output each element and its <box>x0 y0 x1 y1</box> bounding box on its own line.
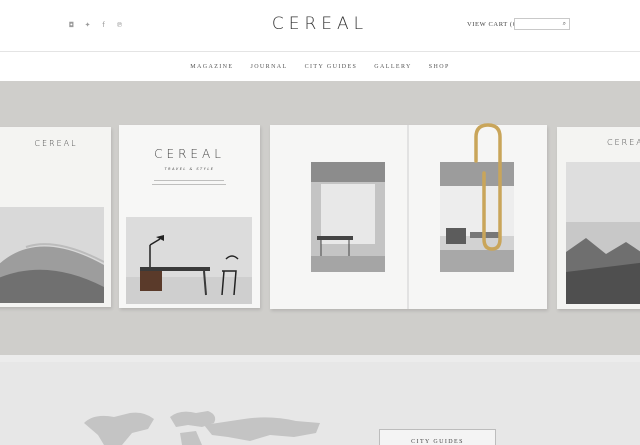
desert-dunes-photo <box>0 207 104 303</box>
nav-gallery[interactable]: GALLERY <box>374 64 411 70</box>
site-header: ◘ ✦ f ℗ CEREAL VIEW CART (0) ⌕ <box>0 0 640 52</box>
city-guides-button[interactable]: CITY GUIDES <box>379 429 496 445</box>
paperclip-bookmark <box>474 123 502 251</box>
nav-shop[interactable]: SHOP <box>429 64 450 70</box>
main-nav: MAGAZINE JOURNAL CITY GUIDES GALLERY SHO… <box>0 53 640 81</box>
interior-photo-left <box>311 162 385 272</box>
magazine-spread <box>270 123 547 309</box>
cover-main-title: CEREAL <box>154 147 225 161</box>
cover-main-subtitle: TRAVEL & STYLE <box>164 167 215 171</box>
view-cart-link[interactable]: VIEW CART (0) <box>467 21 519 28</box>
nav-journal[interactable]: JOURNAL <box>250 64 287 70</box>
magazine-cover-main: CEREAL TRAVEL & STYLE <box>119 125 260 308</box>
hero-image[interactable]: CEREAL CEREAL TRAVEL & STYLE CERE <box>0 81 640 355</box>
world-map-graphic <box>84 411 320 445</box>
city-guides-label: CITY GUIDES <box>411 439 464 445</box>
city-guides-panel: CITY GUIDES <box>0 362 640 445</box>
cover-left-title: CEREAL <box>34 139 78 148</box>
search-input[interactable] <box>515 26 559 36</box>
cover-contents-lines <box>149 177 229 197</box>
desk-chair-photo <box>126 217 252 304</box>
nav-city-guides[interactable]: CITY GUIDES <box>305 64 358 70</box>
cover-right-title: CEREAL <box>607 138 640 147</box>
nav-magazine[interactable]: MAGAZINE <box>190 64 233 70</box>
lower-section: CITY GUIDES <box>0 355 640 445</box>
search-icon[interactable]: ⌕ <box>563 20 566 28</box>
search-box[interactable]: ⌕ <box>514 18 570 36</box>
magazine-cover-right: CEREAL <box>557 127 640 309</box>
spread-gutter <box>407 125 409 309</box>
misty-city-photo <box>566 162 640 304</box>
magazine-cover-left: CEREAL <box>0 127 111 307</box>
